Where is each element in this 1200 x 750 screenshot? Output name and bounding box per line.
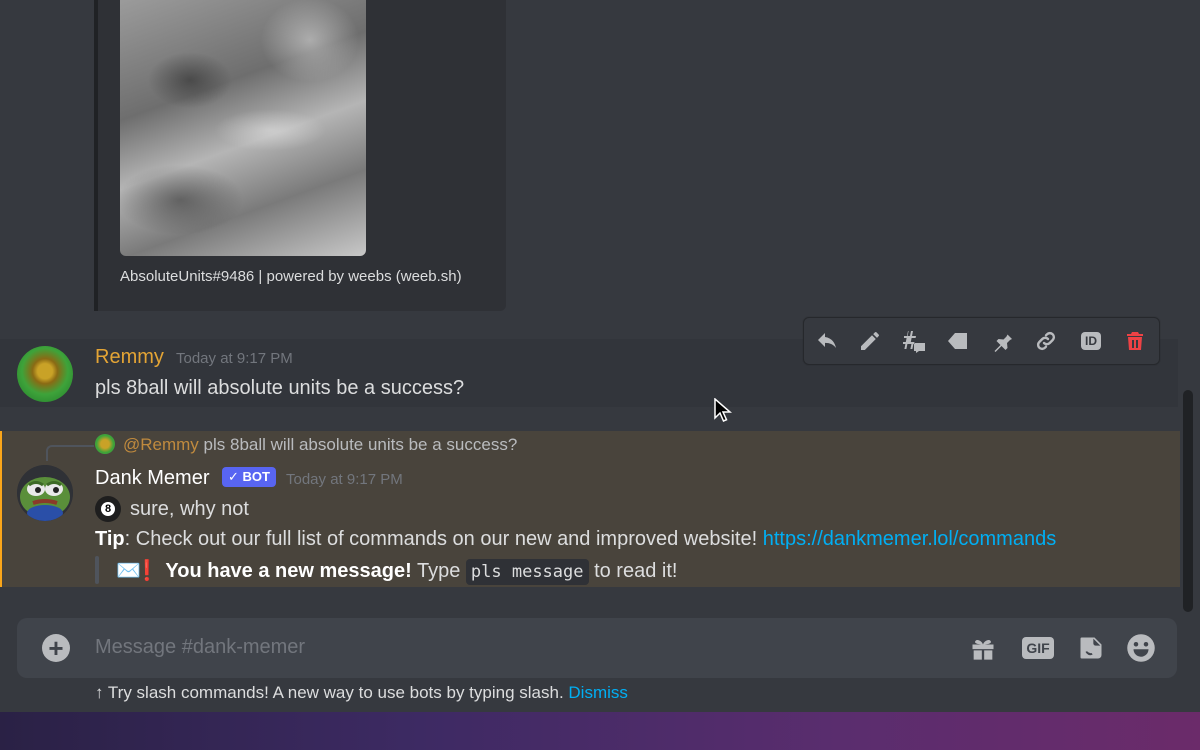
thread-icon[interactable]: [897, 324, 931, 358]
image-embed: AbsoluteUnits#9486 | powered by weebs (w…: [94, 0, 506, 311]
scrollbar-thumb[interactable]: [1183, 390, 1193, 612]
message-content: pls 8ball will absolute units be a succe…: [95, 377, 465, 399]
bot-tag: ✓ BOT: [222, 467, 276, 487]
gift-icon[interactable]: [967, 632, 999, 664]
emoji-icon[interactable]: [1125, 632, 1157, 664]
upload-plus-icon[interactable]: +: [42, 634, 70, 662]
tip-line: Tip: Check out our full list of commands…: [95, 528, 1056, 551]
embed-image[interactable]: [120, 0, 366, 256]
pin-icon[interactable]: [985, 324, 1019, 358]
reply-mention[interactable]: @Remmy: [123, 435, 199, 454]
message-timestamp: Today at 9:17 PM: [176, 350, 293, 367]
message-input[interactable]: Message #dank-memer: [95, 636, 305, 659]
notice-post: to read it!: [594, 560, 678, 582]
message-timestamp: Today at 9:17 PM: [286, 471, 403, 488]
reply-avatar: [95, 434, 115, 454]
desktop-background-strip: [0, 712, 1200, 750]
edit-icon[interactable]: [853, 324, 887, 358]
reply-preview[interactable]: @Remmy pls 8ball will absolute units be …: [123, 435, 517, 455]
reply-icon[interactable]: [810, 324, 844, 358]
slash-commands-tip: ↑ Try slash commands! A new way to use b…: [95, 683, 628, 703]
link-icon[interactable]: [1029, 324, 1063, 358]
id-icon[interactable]: ID: [1074, 324, 1108, 358]
gif-icon[interactable]: GIF: [1022, 632, 1054, 664]
8ball-answer: sure, why not: [130, 498, 249, 520]
inline-code: pls message: [465, 559, 589, 585]
tag-icon[interactable]: [941, 324, 975, 358]
delete-icon[interactable]: [1118, 324, 1152, 358]
reply-text: pls 8ball will absolute units be a succe…: [203, 435, 518, 454]
slash-arrow-icon: ↑: [95, 683, 104, 702]
avatar-dank-memer[interactable]: [17, 465, 73, 521]
exclamation-icon: ❗: [134, 560, 160, 582]
username-dank-memer[interactable]: Dank Memer: [95, 467, 209, 490]
username-remmy[interactable]: Remmy: [95, 346, 164, 369]
slash-tip-text: Try slash commands! A new way to use bot…: [107, 683, 564, 702]
dismiss-link[interactable]: Dismiss: [568, 683, 628, 702]
tip-label: Tip: [95, 528, 125, 550]
message-actions-toolbar: ID: [803, 317, 1160, 365]
new-message-notice: ✉️❗ You have a new message! Type pls mes…: [116, 558, 678, 585]
embed-footer: AbsoluteUnits#9486 | powered by weebs (w…: [120, 268, 462, 285]
reply-spine: [46, 445, 94, 461]
notice-pre: Type: [416, 560, 461, 582]
mouse-cursor-icon: [714, 398, 732, 422]
blockquote-bar: [95, 556, 99, 584]
8ball-emoji-icon: 8: [95, 496, 121, 522]
commands-link[interactable]: https://dankmemer.lol/commands: [763, 528, 1056, 550]
sticker-icon[interactable]: [1075, 632, 1107, 664]
notice-bold: You have a new message!: [165, 560, 412, 582]
message-composer[interactable]: + Message #dank-memer GIF: [17, 618, 1177, 678]
tip-text: : Check out our full list of commands on…: [124, 528, 763, 550]
avatar-remmy[interactable]: [17, 346, 73, 402]
